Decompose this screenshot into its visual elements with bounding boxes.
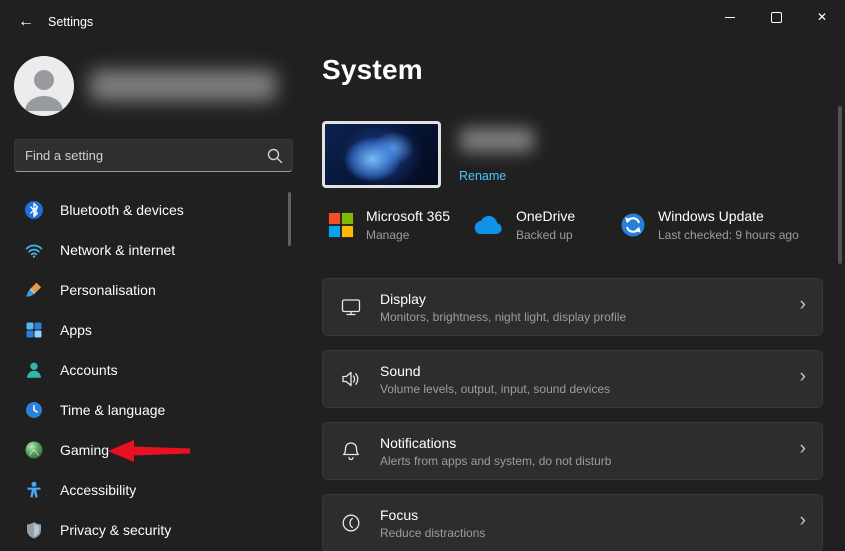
accessibility-person-icon (24, 480, 44, 500)
search-box[interactable] (14, 139, 293, 172)
device-name-redacted (460, 128, 534, 152)
sidebar-item-label: Privacy & security (60, 522, 171, 538)
sidebar-item-bluetooth-devices[interactable]: Bluetooth & devices (8, 190, 284, 230)
sidebar-item-label: Bluetooth & devices (60, 202, 184, 218)
search-icon (266, 147, 284, 165)
sidebar-item-time-language[interactable]: Time & language (8, 390, 284, 430)
quick-link-windows-update[interactable]: Windows Update Last checked: 9 hours ago (620, 203, 799, 247)
maximize-button[interactable] (753, 0, 799, 34)
windows-update-icon (620, 212, 646, 238)
card-title: Focus (380, 507, 485, 523)
close-button[interactable]: ✕ (799, 0, 845, 34)
card-subtitle: Volume levels, output, input, sound devi… (380, 382, 610, 396)
card-title: Display (380, 291, 626, 307)
sidebar-item-label: Gaming (60, 442, 109, 458)
person-silhouette-icon (14, 56, 74, 116)
speaker-icon (340, 368, 362, 390)
microsoft-365-icon (328, 212, 354, 238)
focus-icon (340, 512, 362, 534)
quick-link-subtitle: Last checked: 9 hours ago (658, 228, 799, 242)
chevron-right-icon: › (800, 294, 806, 316)
sidebar-item-privacy-security[interactable]: Privacy & security (8, 510, 284, 550)
quick-link-title: OneDrive (516, 208, 575, 224)
account-person-icon (24, 360, 44, 380)
minimize-icon (725, 17, 735, 18)
sidebar-item-label: Accessibility (60, 482, 136, 498)
quick-link-title: Windows Update (658, 208, 799, 224)
card-subtitle: Alerts from apps and system, do not dist… (380, 454, 611, 468)
sidebar-nav: Bluetooth & devices Network & internet P… (8, 190, 284, 550)
clock-icon (24, 400, 44, 420)
card-notifications[interactable]: Notifications Alerts from apps and syste… (322, 422, 823, 480)
card-display[interactable]: Display Monitors, brightness, night ligh… (322, 278, 823, 336)
sidebar-item-network-internet[interactable]: Network & internet (8, 230, 284, 270)
user-name-redacted (90, 70, 276, 101)
sidebar-item-label: Personalisation (60, 282, 156, 298)
quick-link-onedrive[interactable]: OneDrive Backed up (470, 203, 575, 247)
sidebar-item-accessibility[interactable]: Accessibility (8, 470, 284, 510)
card-focus[interactable]: Focus Reduce distractions › (322, 494, 823, 551)
card-title: Notifications (380, 435, 611, 451)
back-icon: ← (18, 13, 34, 30)
settings-window: ← Settings ✕ Bluetooth & devices (0, 0, 845, 551)
onedrive-cloud-icon (470, 215, 504, 236)
rename-link[interactable]: Rename (459, 169, 506, 183)
sidebar-item-label: Network & internet (60, 242, 175, 258)
chevron-right-icon: › (800, 438, 806, 460)
card-title: Sound (380, 363, 610, 379)
card-subtitle: Reduce distractions (380, 526, 485, 540)
shield-icon (24, 520, 44, 540)
quick-link-subtitle: Backed up (516, 228, 575, 242)
sidebar-scrollbar[interactable] (288, 192, 291, 246)
bluetooth-icon (24, 200, 44, 220)
maximize-icon (771, 12, 782, 23)
quick-link-subtitle: Manage (366, 228, 450, 242)
main-scrollbar[interactable] (838, 106, 842, 264)
user-avatar[interactable] (14, 56, 74, 116)
window-title: Settings (48, 15, 93, 29)
sidebar-item-apps[interactable]: Apps (8, 310, 284, 350)
quick-link-title: Microsoft 365 (366, 208, 450, 224)
chevron-right-icon: › (800, 510, 806, 532)
minimize-button[interactable] (707, 0, 753, 34)
apps-grid-icon (24, 320, 44, 340)
card-subtitle: Monitors, brightness, night light, displ… (380, 310, 626, 324)
desktop-preview (322, 121, 441, 188)
wifi-icon (24, 240, 44, 260)
sidebar-item-label: Accounts (60, 362, 118, 378)
sidebar-item-label: Apps (60, 322, 92, 338)
card-sound[interactable]: Sound Volume levels, output, input, soun… (322, 350, 823, 408)
titlebar: ← Settings ✕ (0, 0, 845, 44)
sidebar-item-accounts[interactable]: Accounts (8, 350, 284, 390)
sidebar-item-personalisation[interactable]: Personalisation (8, 270, 284, 310)
window-controls: ✕ (707, 0, 845, 34)
xbox-icon (24, 440, 44, 460)
sidebar-item-gaming[interactable]: Gaming (8, 430, 284, 470)
paintbrush-icon (24, 280, 44, 300)
close-icon: ✕ (817, 10, 827, 24)
sidebar-item-label: Time & language (60, 402, 165, 418)
search-input[interactable] (15, 140, 292, 171)
chevron-right-icon: › (800, 366, 806, 388)
monitor-icon (340, 296, 362, 318)
quick-link-microsoft-365[interactable]: Microsoft 365 Manage (328, 203, 450, 247)
bell-icon (340, 440, 362, 462)
back-button[interactable]: ← (10, 8, 42, 36)
page-title: System (322, 54, 423, 86)
